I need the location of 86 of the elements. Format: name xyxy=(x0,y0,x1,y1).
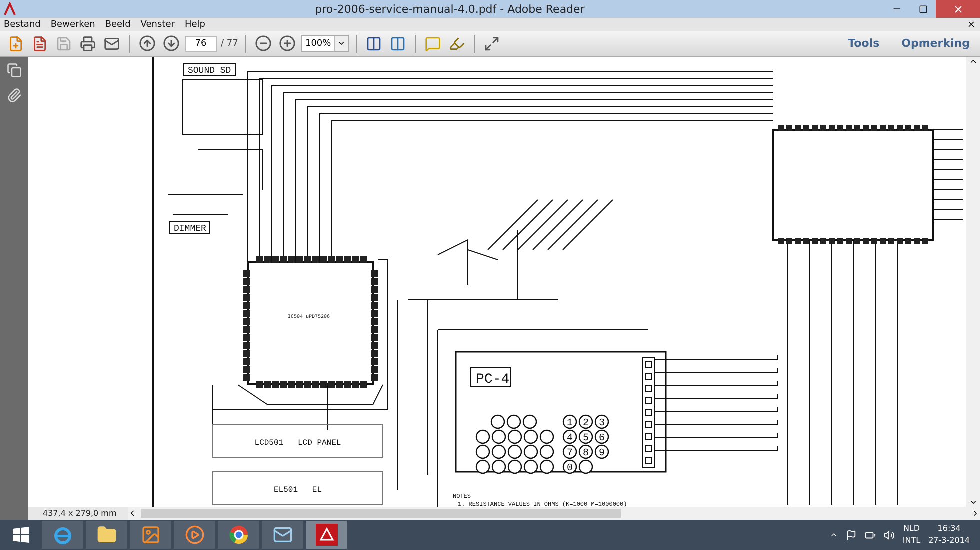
page-size-text: 437,4 x 279,0 mm xyxy=(42,509,118,518)
keypad-key xyxy=(476,460,490,474)
maximize-icon xyxy=(918,4,928,14)
e-letter-icon xyxy=(52,525,72,545)
pane-link[interactable]: Tools xyxy=(848,37,880,50)
taskbar-app[interactable] xyxy=(306,521,347,549)
scroll-left-icon xyxy=(128,509,137,518)
keypad-key xyxy=(540,444,554,460)
keypad-key xyxy=(524,430,538,444)
keypad-key: 5 xyxy=(578,430,594,444)
language-indicator[interactable]: INTL xyxy=(902,535,921,547)
schematic-label: DIMMER xyxy=(174,224,206,234)
close-icon xyxy=(967,20,976,29)
keypad-key xyxy=(540,430,554,444)
keypad-key xyxy=(508,460,522,474)
print-button[interactable] xyxy=(78,34,98,54)
page-total: / 77 xyxy=(221,38,238,48)
keypad-key: 4 xyxy=(562,430,578,444)
round-logo-icon xyxy=(228,525,248,545)
menu-item[interactable]: Bestand xyxy=(4,20,41,30)
pages-icon[interactable] xyxy=(6,63,22,78)
keypad-key xyxy=(524,460,538,474)
scroll-down-icon xyxy=(968,498,978,507)
keypad-key: 1 xyxy=(562,414,578,430)
schematic-label: SOUND SD xyxy=(188,66,232,76)
keypad-key xyxy=(522,414,538,430)
mail-icon xyxy=(272,525,292,545)
vertical-scrollbar[interactable] xyxy=(966,57,980,507)
keypad-key: 0 xyxy=(562,460,578,474)
page-number-field[interactable]: 76 xyxy=(185,36,217,52)
keypad-key xyxy=(492,430,506,444)
board-label: PC-4 xyxy=(476,372,510,388)
play-icon xyxy=(184,525,204,545)
taskbar-app[interactable] xyxy=(174,521,215,549)
keypad-key xyxy=(476,444,490,460)
window-title: pro-2006-service-manual-4.0.pdf - Adobe Reader xyxy=(314,2,586,16)
zoom-in-button[interactable] xyxy=(277,34,298,54)
photos-icon xyxy=(140,525,160,545)
pdf-app-icon xyxy=(316,524,338,546)
keypad-key: 6 xyxy=(594,430,610,444)
keypad-key xyxy=(508,444,522,460)
panel-label: LCD501 LCD PANEL xyxy=(254,439,342,448)
keypad-key xyxy=(578,460,594,474)
clock-time[interactable]: 16:34 xyxy=(938,523,961,535)
zoom-out-button[interactable] xyxy=(253,34,274,54)
keypad-key xyxy=(506,414,522,430)
previous-page-button[interactable] xyxy=(137,34,157,54)
menu-item[interactable]: Venster xyxy=(140,20,175,30)
taskbar-app[interactable] xyxy=(218,521,259,549)
up-caret-icon xyxy=(830,531,838,539)
folder-icon xyxy=(96,525,116,545)
battery-icon xyxy=(864,530,876,540)
close-icon xyxy=(952,4,964,14)
keypad-key xyxy=(492,460,506,474)
windows-logo-icon xyxy=(13,527,29,543)
keypad-key: 8 xyxy=(578,444,594,460)
menu-item[interactable]: Beeld xyxy=(105,20,131,30)
language-indicator[interactable]: NLD xyxy=(903,523,920,535)
keypad-key: 3 xyxy=(594,414,610,430)
speaker-icon xyxy=(884,530,895,540)
menu-item[interactable]: Help xyxy=(184,20,206,30)
taskbar-app[interactable] xyxy=(262,521,303,549)
scroll-right-icon xyxy=(971,509,980,518)
flag-icon xyxy=(846,530,857,540)
next-page-button[interactable] xyxy=(161,34,181,54)
keypad-key xyxy=(508,430,522,444)
scroll-up-icon xyxy=(968,57,978,66)
zoom-dropdown-button[interactable] xyxy=(334,36,348,51)
pdf-logo-icon xyxy=(4,2,16,16)
taskbar-app[interactable] xyxy=(86,521,127,549)
paperclip-icon[interactable] xyxy=(6,88,22,103)
keypad-key xyxy=(476,430,490,444)
horizontal-scrollbar[interactable] xyxy=(128,507,980,520)
caret-icon xyxy=(337,39,346,48)
panel-label: EL501 EL xyxy=(274,486,322,495)
keypad-key: 7 xyxy=(562,444,578,460)
taskbar-app[interactable] xyxy=(130,521,171,549)
keypad-key xyxy=(540,460,554,474)
keypad-key xyxy=(492,444,506,460)
keypad-key xyxy=(524,444,538,460)
pane-link[interactable]: Opmerking xyxy=(902,37,970,50)
menu-item[interactable]: Bewerken xyxy=(50,20,96,30)
clock-date[interactable]: 27-3-2014 xyxy=(928,535,970,547)
keypad-key: 2 xyxy=(578,414,594,430)
keypad-key xyxy=(490,414,506,430)
keypad-key: 9 xyxy=(594,444,610,460)
